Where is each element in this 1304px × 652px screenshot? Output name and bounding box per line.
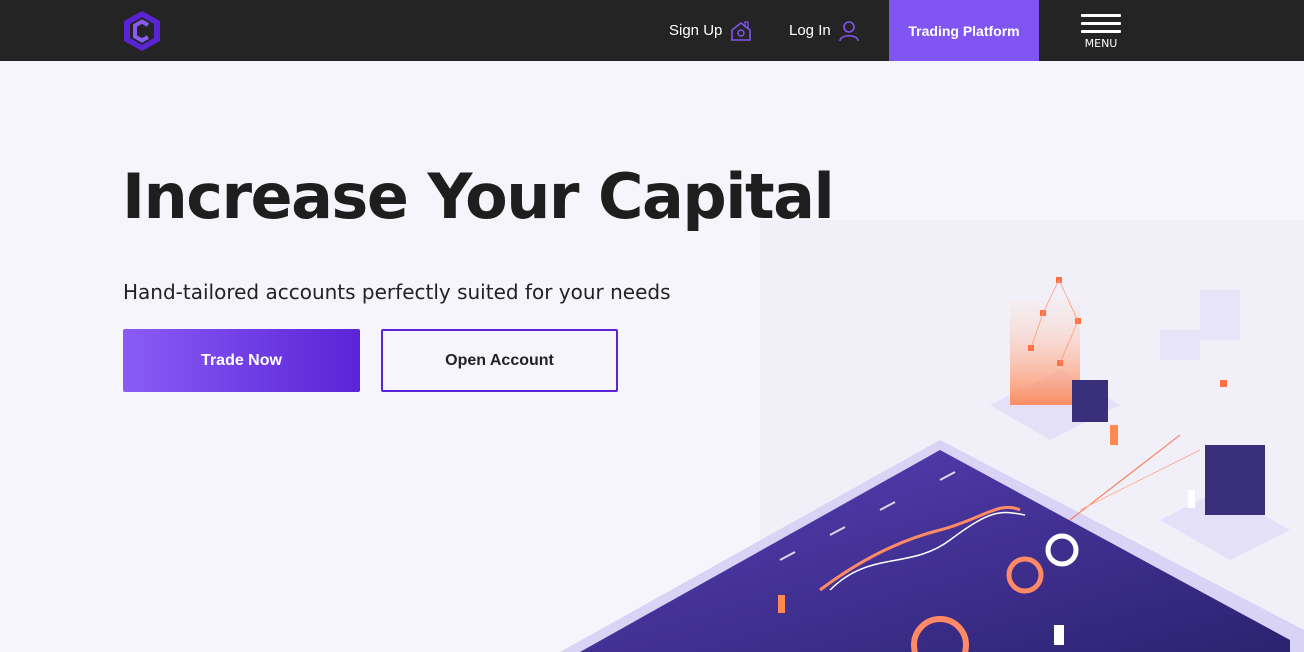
login-label: Log In bbox=[789, 22, 831, 39]
crypto-trading-illustration bbox=[560, 220, 1304, 652]
hamburger-icon-bar bbox=[1081, 22, 1121, 25]
hamburger-icon bbox=[1081, 14, 1121, 17]
menu-button[interactable]: MENU bbox=[1079, 13, 1123, 51]
trade-now-button[interactable]: Trade Now bbox=[123, 329, 360, 392]
c-hexagon-logo-icon[interactable] bbox=[121, 9, 163, 53]
hamburger-icon-bar bbox=[1081, 30, 1121, 33]
signup-label: Sign Up bbox=[669, 22, 723, 39]
top-navigation-bar: Sign Up Log In Trading Platform MENU bbox=[0, 0, 1304, 61]
house-icon bbox=[731, 20, 752, 41]
trade-now-label: Trade Now bbox=[201, 351, 282, 369]
login-link[interactable]: Log In bbox=[789, 0, 859, 61]
trading-platform-label: Trading Platform bbox=[908, 22, 1020, 39]
trading-platform-button[interactable]: Trading Platform bbox=[889, 0, 1039, 61]
signup-link[interactable]: Sign Up bbox=[669, 0, 752, 61]
user-icon bbox=[838, 20, 859, 41]
menu-label: MENU bbox=[1084, 37, 1118, 50]
